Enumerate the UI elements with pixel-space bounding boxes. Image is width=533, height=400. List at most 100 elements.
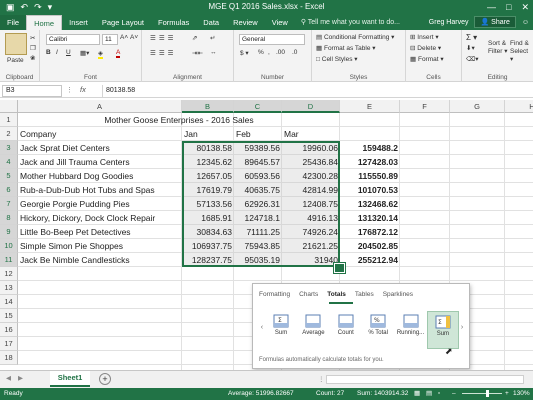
total-cell[interactable]: 131320.14 [342,211,398,225]
row-header-4[interactable]: 4 [0,155,18,169]
data-cell[interactable]: 75943.85 [236,239,280,253]
add-sheet-button[interactable]: + [99,373,111,385]
sheet-nav-prev-icon[interactable]: ◀ [6,374,11,382]
format-as-table-button[interactable]: ▦ Format as Table ▾ [316,44,376,52]
copy-icon[interactable]: ❐ [30,44,36,52]
row-header-18[interactable]: 18 [0,351,18,365]
data-cell[interactable]: 57133.56 [184,197,232,211]
row-header-15[interactable]: 15 [0,309,18,323]
row-header-12[interactable]: 12 [0,267,18,281]
data-cell[interactable]: 31940 [284,253,338,267]
data-cell[interactable]: Mother Hubbard Dog Goodies [20,169,180,183]
data-cell[interactable]: Rub-a-Dub-Dub Hot Tubs and Spas [20,183,180,197]
data-cell[interactable]: Little Bo-Beep Pet Detectives [20,225,180,239]
number-format-select[interactable]: General [239,34,305,45]
header-cell[interactable]: Mar [284,127,338,141]
data-cell[interactable]: Georgie Porgie Pudding Pies [20,197,180,211]
column-header-b[interactable]: B [182,100,234,113]
decrease-decimal-button[interactable]: .0 [292,49,297,56]
grow-font-button[interactable]: A˄ [120,34,128,41]
row-header-7[interactable]: 7 [0,197,18,211]
column-header-d[interactable]: D [282,100,340,113]
qa-tab-charts[interactable]: Charts [299,291,318,298]
tell-me-search[interactable]: ⚲ Tell me what you want to do... [295,15,400,30]
qa-percent-total-rows[interactable]: % % Total [362,311,394,349]
cell-styles-button[interactable]: □ Cell Styles ▾ [316,55,358,63]
name-box[interactable]: B3 [2,85,62,97]
view-normal-icon[interactable]: ▦ [414,388,420,400]
paste-button[interactable]: Paste [7,57,24,64]
data-cell[interactable]: 106937.75 [184,239,232,253]
share-button[interactable]: 👤 Share [474,16,516,28]
underline-button[interactable]: U [66,49,71,56]
header-cell[interactable]: Company [20,127,180,141]
data-cell[interactable]: 42814.99 [284,183,338,197]
row-header-5[interactable]: 5 [0,169,18,183]
view-page-layout-icon[interactable]: ▤ [426,388,432,400]
data-cell[interactable]: Jack and Jill Trauma Centers [20,155,180,169]
font-name-select[interactable]: Calibri [46,34,100,45]
column-header-c[interactable]: C [234,100,282,113]
data-cell[interactable]: 59389.56 [236,141,280,155]
data-cell[interactable]: 12345.62 [184,155,232,169]
find-select-button[interactable]: Find & Select ▾ [510,40,532,64]
header-cell[interactable]: Jan [184,127,232,141]
insert-function-button[interactable]: fx [80,85,86,94]
maximize-button[interactable]: □ [506,0,511,14]
font-color-icon[interactable]: A [116,49,121,58]
data-cell[interactable]: 19960.06 [284,141,338,155]
row-header-9[interactable]: 9 [0,225,18,239]
save-icon[interactable]: ▣ [6,1,15,13]
data-cell[interactable]: 21621.25 [284,239,338,253]
row-header-6[interactable]: 6 [0,183,18,197]
data-cell[interactable]: 71111.25 [236,225,280,239]
data-cell[interactable]: 4916.13 [284,211,338,225]
bold-button[interactable]: B [46,49,51,56]
row-header-16[interactable]: 16 [0,323,18,337]
formula-cancel-icon[interactable]: ⋮ [66,86,73,94]
qa-sum-columns[interactable]: Σ Sum [426,311,460,349]
total-cell[interactable]: 132468.62 [342,197,398,211]
redo-icon[interactable]: ↷ [34,1,42,13]
row-header-17[interactable]: 17 [0,337,18,351]
tab-page-layout[interactable]: Page Layout [95,15,151,30]
data-cell[interactable]: 42300.28 [284,169,338,183]
paste-icon[interactable] [5,33,27,55]
data-cell[interactable]: Hickory, Dickory, Dock Clock Repair [20,211,180,225]
delete-cells-button[interactable]: ⊟ Delete ▾ [410,44,441,52]
view-page-break-icon[interactable]: ▫ [438,388,440,400]
customize-qat-icon[interactable]: ▾ [48,1,53,13]
column-header-e[interactable]: E [340,100,400,113]
data-cell[interactable]: 80138.58 [184,141,232,155]
tab-data[interactable]: Data [196,15,226,30]
borders-icon[interactable]: ▦▾ [80,49,89,57]
total-cell[interactable]: 176872.12 [342,225,398,239]
tab-view[interactable]: View [265,15,295,30]
shrink-font-button[interactable]: A˅ [130,34,138,41]
increase-decimal-button[interactable]: .00 [276,49,285,56]
column-header-h[interactable]: H [505,100,533,113]
autosum-button[interactable]: Σ ▾ [466,33,477,42]
header-cell[interactable]: Feb [236,127,280,141]
qa-tab-formatting[interactable]: Formatting [259,291,290,298]
tab-formulas[interactable]: Formulas [151,15,196,30]
merge-center-icon[interactable]: ↔ [210,49,217,56]
horizontal-scrollbar[interactable] [326,375,524,384]
data-cell[interactable]: 89645.57 [236,155,280,169]
qa-tab-sparklines[interactable]: Sparklines [383,291,413,298]
format-painter-icon[interactable]: ❀ [30,54,35,62]
clear-icon[interactable]: ⌫▾ [466,55,478,63]
sheet-nav-next-icon[interactable]: ▶ [18,374,23,382]
sheet-title-cell[interactable]: Mother Goose Enterprises - 2016 Sales [18,113,340,127]
horizontal-align-icons[interactable]: ☰☰☰ [150,49,176,57]
wrap-text-icon[interactable]: ↵ [210,34,215,42]
total-cell[interactable]: 255212.94 [342,253,398,267]
formula-input[interactable]: 80138.58 [102,85,527,97]
data-cell[interactable]: 128237.75 [184,253,232,267]
tab-file[interactable]: File [0,15,27,30]
total-cell[interactable]: 101070.53 [342,183,398,197]
data-cell[interactable]: 30834.63 [184,225,232,239]
row-header-11[interactable]: 11 [0,253,18,267]
data-cell[interactable]: 12408.75 [284,197,338,211]
row-header-13[interactable]: 13 [0,281,18,295]
